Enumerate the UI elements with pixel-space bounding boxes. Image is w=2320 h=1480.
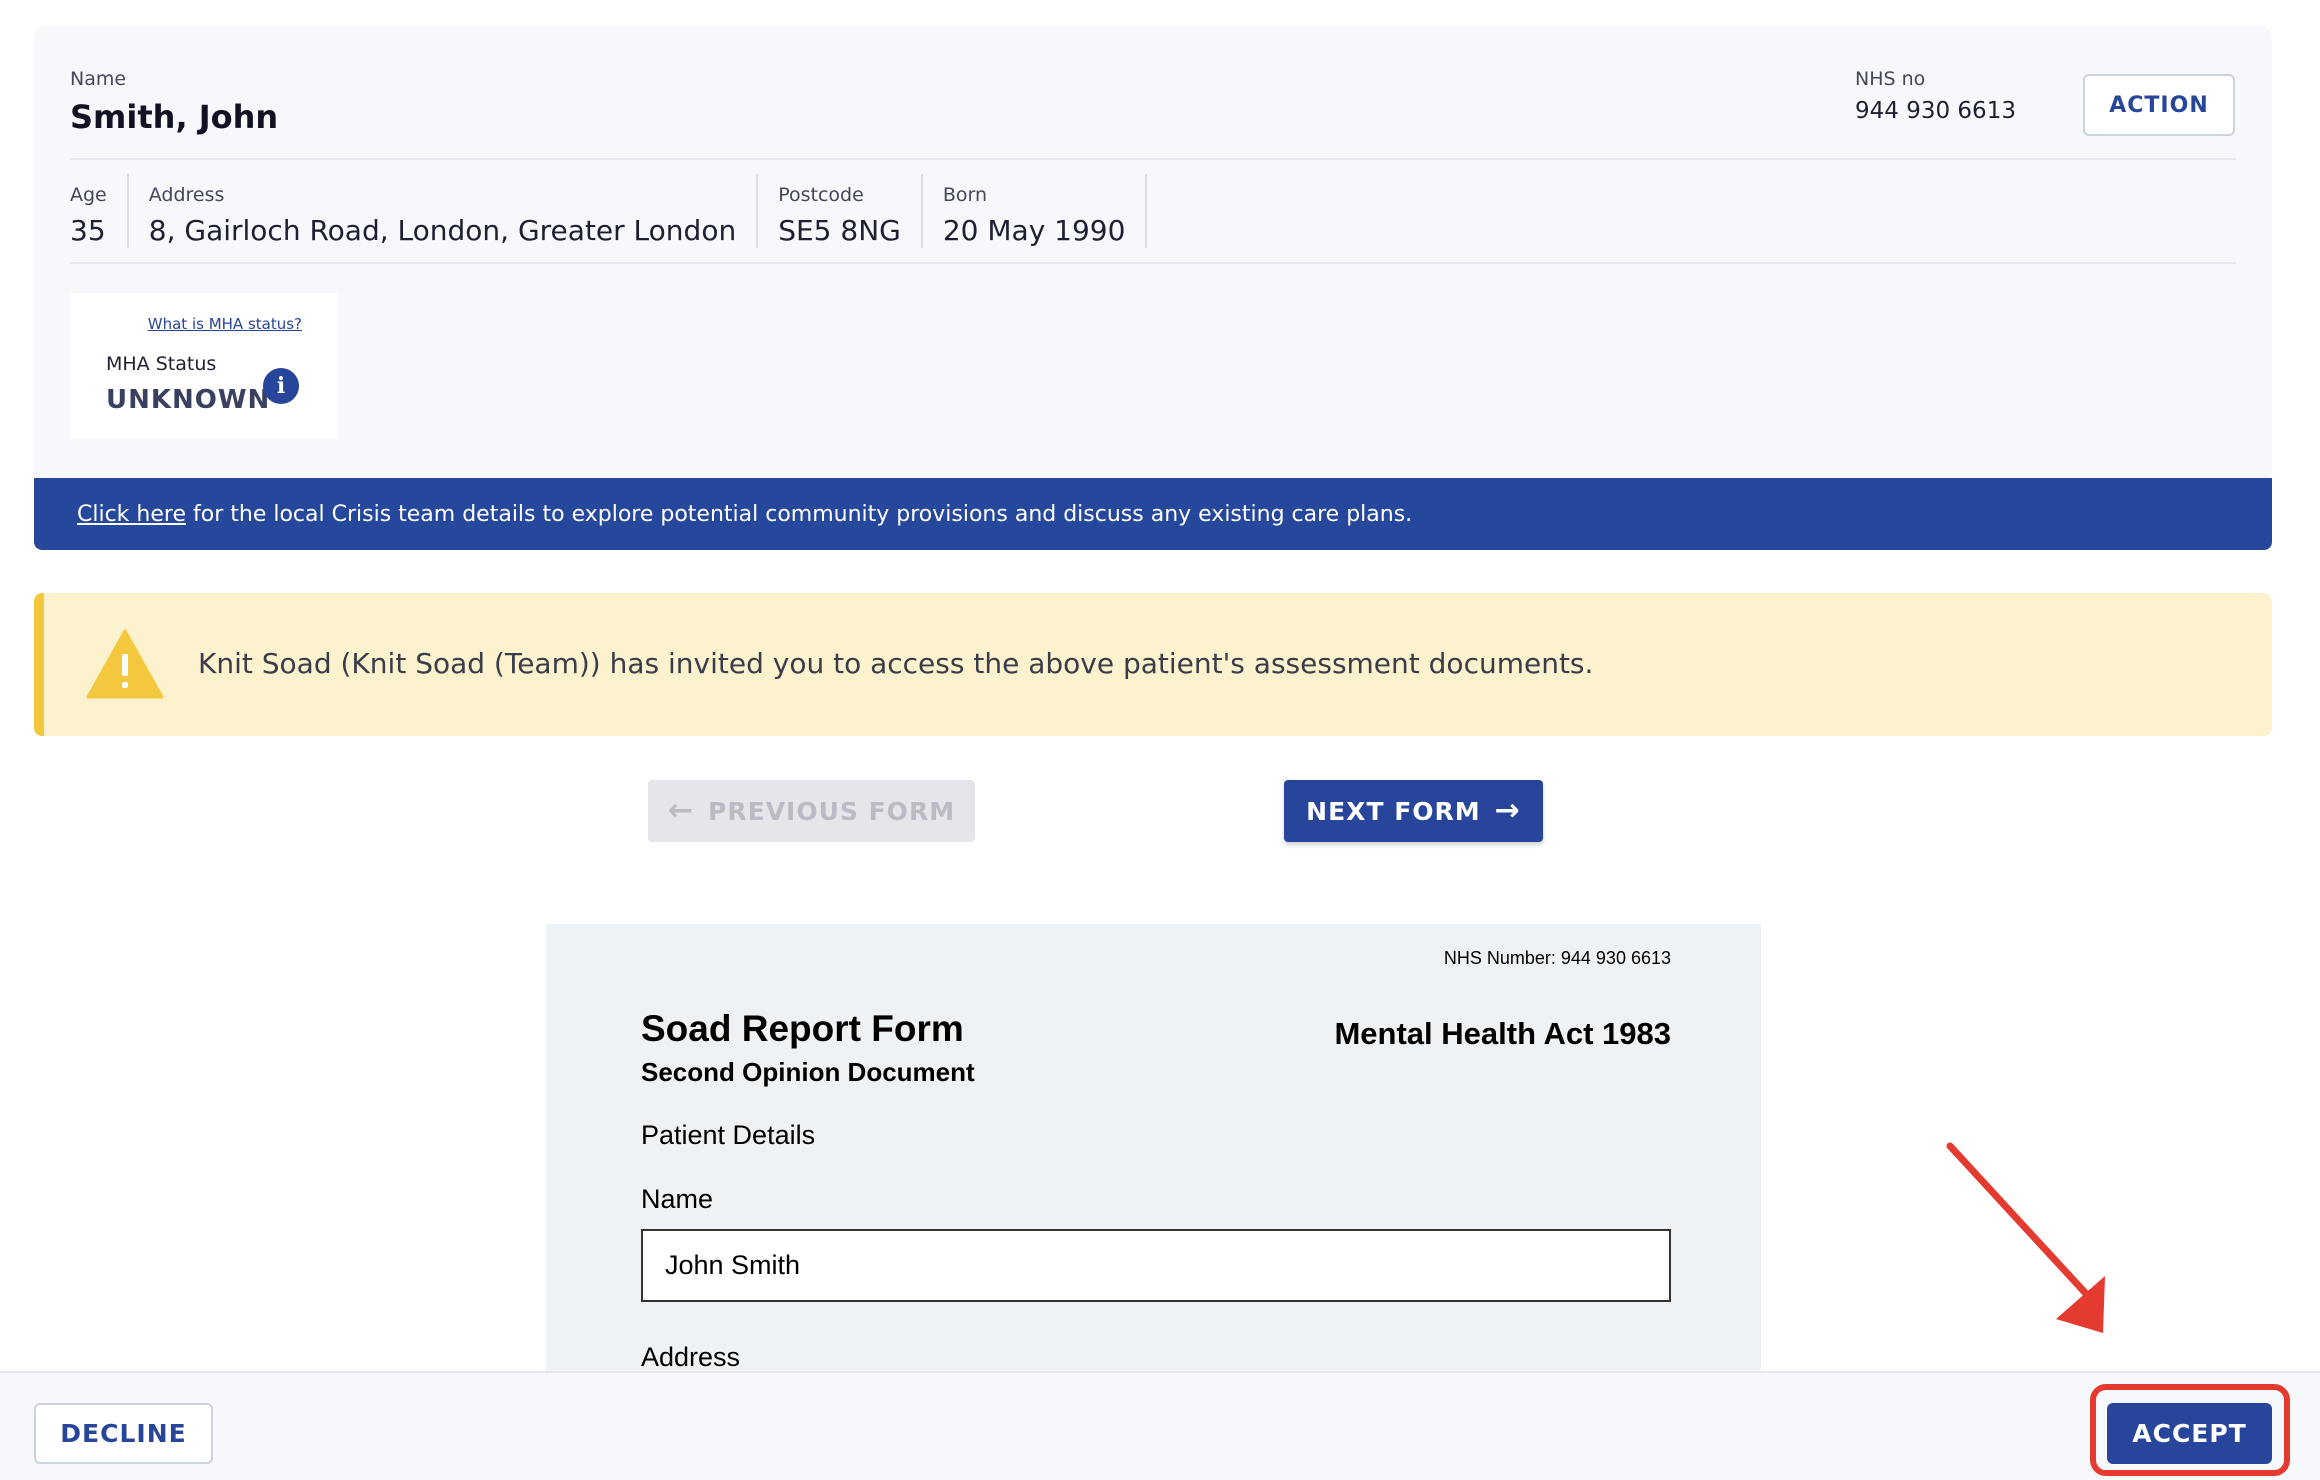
document-preview[interactable]: NHS Number: 944 930 6613 Soad Report For…	[546, 924, 1761, 1372]
info-icon[interactable]: i	[263, 368, 299, 404]
action-button[interactable]: ACTION	[2083, 74, 2235, 136]
invitation-message: Knit Soad (Knit Soad (Team)) has invited…	[198, 647, 1594, 680]
patient-banner: Name Smith, John NHS no 944 930 6613 ACT…	[34, 26, 2272, 482]
next-form-label: NEXT FORM	[1306, 796, 1481, 826]
patient-name: Smith, John	[70, 98, 279, 136]
postcode-detail: Postcode SE5 8NG	[756, 174, 921, 248]
patient-details-row: Age 35 Address 8, Gairloch Road, London,…	[70, 174, 1148, 248]
document-address-label: Address	[641, 1342, 741, 1372]
crisis-team-text: for the local Crisis team details to exp…	[193, 501, 1413, 527]
document-nhs-number: NHS Number: 944 930 6613	[1443, 948, 1671, 968]
age-detail: Age 35	[70, 174, 127, 248]
age-value: 35	[70, 214, 106, 247]
address-detail: Address 8, Gairloch Road, London, Greate…	[126, 174, 756, 248]
born-label: Born	[942, 184, 988, 206]
crisis-team-banner: Click here for the local Crisis team det…	[34, 478, 2272, 550]
document-name-field: John Smith	[641, 1229, 1671, 1302]
address-value: 8, Gairloch Road, London, Greater London	[148, 214, 737, 247]
next-form-button[interactable]: NEXT FORM →	[1284, 780, 1543, 842]
document-subtitle: Second Opinion Document	[641, 1057, 975, 1087]
decline-button[interactable]: DECLINE	[34, 1403, 213, 1464]
born-value: 20 May 1990	[942, 214, 1126, 247]
annotation-arrow-icon	[1946, 1142, 2105, 1333]
divider	[70, 262, 2236, 264]
mha-status-value: UNKNOWN	[106, 385, 271, 415]
address-label: Address	[148, 184, 225, 206]
born-detail: Born 20 May 1990	[920, 174, 1148, 248]
divider	[70, 158, 2236, 160]
invitation-warning: Knit Soad (Knit Soad (Team)) has invited…	[34, 593, 2272, 736]
arrow-right-icon: →	[1494, 793, 1521, 828]
document-name-label: Name	[641, 1184, 714, 1214]
mha-status-card: What is MHA status? MHA Status UNKNOWN i	[70, 293, 338, 439]
age-label: Age	[70, 184, 107, 206]
previous-form-button[interactable]: ← PREVIOUS FORM	[648, 780, 975, 842]
nhs-number: 944 930 6613	[1855, 98, 2016, 124]
accept-button[interactable]: ACCEPT	[2107, 1403, 2272, 1464]
mha-status-label: MHA Status	[106, 353, 217, 375]
document-act: Mental Health Act 1983	[1334, 1016, 1671, 1051]
footer-bar: DECLINE ACCEPT	[0, 1371, 2320, 1480]
postcode-value: SE5 8NG	[778, 214, 901, 247]
postcode-label: Postcode	[778, 184, 864, 206]
previous-form-label: PREVIOUS FORM	[708, 796, 956, 826]
warning-triangle-icon	[86, 629, 164, 699]
arrow-left-icon: ←	[667, 793, 695, 828]
mha-status-help-link[interactable]: What is MHA status?	[148, 315, 302, 333]
document-title: Soad Report Form	[641, 1008, 964, 1049]
patient-name-label: Name	[70, 68, 127, 90]
document-section-heading: Patient Details	[641, 1120, 816, 1150]
crisis-team-link[interactable]: Click here	[77, 502, 186, 527]
nhs-number-label: NHS no	[1855, 68, 1926, 90]
